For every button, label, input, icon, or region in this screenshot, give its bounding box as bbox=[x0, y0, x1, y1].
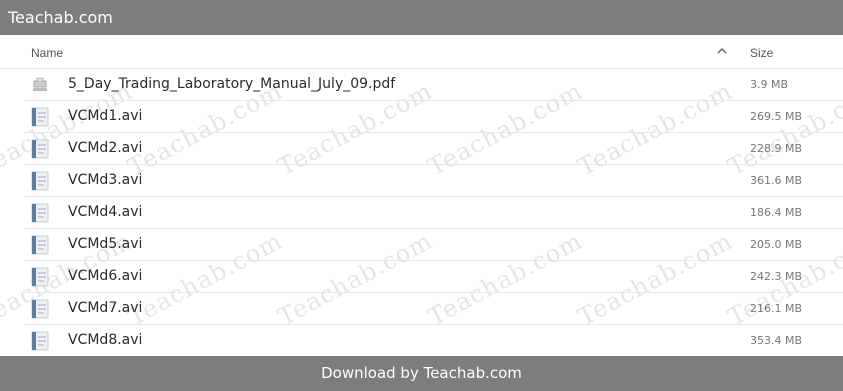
name-column-header[interactable]: Name bbox=[31, 46, 63, 60]
file-name[interactable]: VCMd2.avi bbox=[68, 140, 142, 156]
file-row[interactable]: VCMd2.avi 228.9 MB bbox=[0, 133, 843, 165]
file-row[interactable]: VCMd1.avi 269.5 MB bbox=[0, 101, 843, 133]
video-thumbnail-icon bbox=[31, 235, 49, 255]
video-thumbnail-icon bbox=[31, 139, 49, 159]
file-list-header: Name Size bbox=[0, 35, 843, 69]
file-size: 353.4 MB bbox=[750, 334, 803, 347]
video-thumbnail-icon bbox=[31, 267, 49, 287]
file-name[interactable]: VCMd7.avi bbox=[68, 300, 142, 316]
size-column-header[interactable]: Size bbox=[750, 46, 773, 60]
video-thumbnail-icon bbox=[31, 203, 49, 223]
file-name[interactable]: VCMd8.avi bbox=[68, 332, 142, 348]
file-size: 3.9 MB bbox=[750, 78, 789, 91]
file-name[interactable]: VCMd1.avi bbox=[68, 108, 142, 124]
file-row[interactable]: 5_Day_Trading_Laboratory_Manual_July_09.… bbox=[0, 69, 843, 101]
video-thumbnail-icon bbox=[31, 107, 49, 127]
footer-bar: Download by Teachab.com bbox=[0, 356, 843, 391]
file-size: 216.1 MB bbox=[750, 302, 803, 315]
file-size: 228.9 MB bbox=[750, 142, 803, 155]
file-name[interactable]: VCMd3.avi bbox=[68, 172, 142, 188]
video-thumbnail-icon bbox=[31, 331, 49, 351]
file-size: 186.4 MB bbox=[750, 206, 803, 219]
app-title-bar: Teachab.com bbox=[0, 0, 843, 35]
file-size: 361.6 MB bbox=[750, 174, 803, 187]
file-size: 242.3 MB bbox=[750, 270, 803, 283]
video-thumbnail-icon bbox=[31, 171, 49, 191]
file-size: 205.0 MB bbox=[750, 238, 803, 251]
file-row[interactable]: VCMd5.avi 205.0 MB bbox=[0, 229, 843, 261]
file-list: 5_Day_Trading_Laboratory_Manual_July_09.… bbox=[0, 69, 843, 357]
footer-text: Download by Teachab.com bbox=[321, 364, 522, 382]
video-thumbnail-icon bbox=[31, 299, 49, 319]
app-title: Teachab.com bbox=[8, 8, 113, 27]
file-name[interactable]: VCMd6.avi bbox=[68, 268, 142, 284]
file-row[interactable]: VCMd3.avi 361.6 MB bbox=[0, 165, 843, 197]
file-row[interactable]: VCMd8.avi 353.4 MB bbox=[0, 325, 843, 357]
sort-ascending-icon[interactable] bbox=[716, 45, 728, 57]
file-name[interactable]: 5_Day_Trading_Laboratory_Manual_July_09.… bbox=[68, 76, 395, 92]
file-row[interactable]: VCMd4.avi 186.4 MB bbox=[0, 197, 843, 229]
file-row[interactable]: VCMd7.avi 216.1 MB bbox=[0, 293, 843, 325]
file-row[interactable]: VCMd6.avi 242.3 MB bbox=[0, 261, 843, 293]
file-name[interactable]: VCMd5.avi bbox=[68, 236, 142, 252]
pdf-thumbnail-icon bbox=[33, 77, 47, 91]
file-name[interactable]: VCMd4.avi bbox=[68, 204, 142, 220]
file-size: 269.5 MB bbox=[750, 110, 803, 123]
